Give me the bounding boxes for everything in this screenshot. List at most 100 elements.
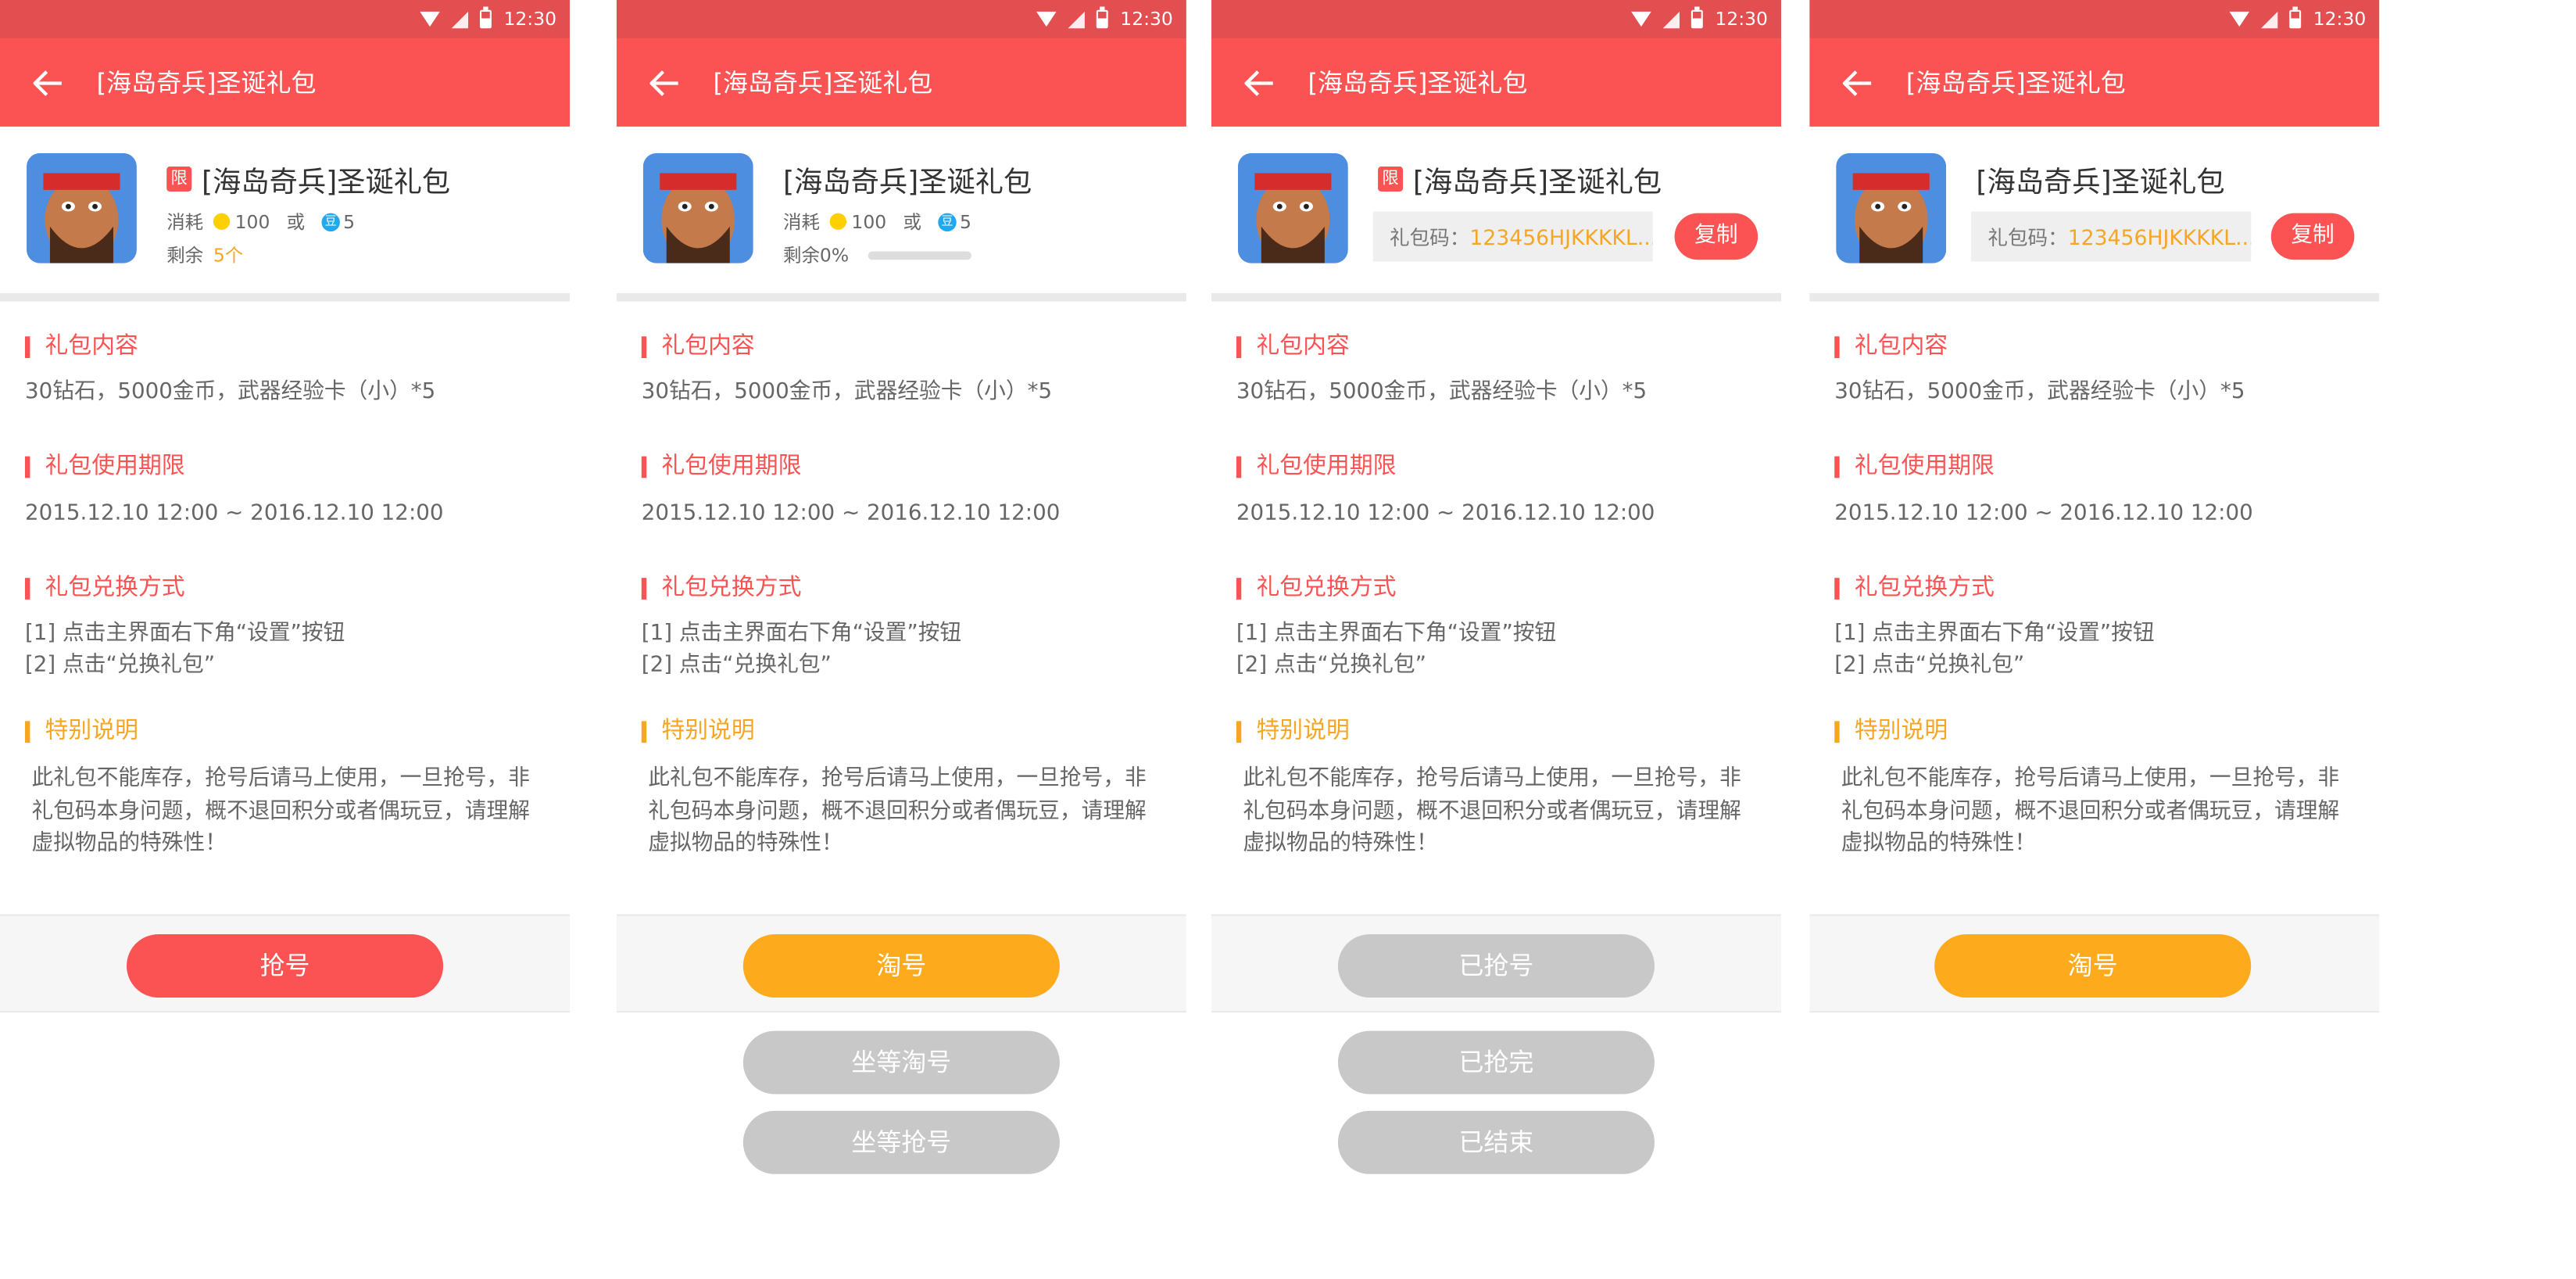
grabbed-button[interactable]: 已抢号 <box>1337 934 1655 998</box>
redeem-step-2: [2] 点击“兑换礼包” <box>1834 653 2025 678</box>
screen-grab: 12:30 [海岛奇兵]圣诞礼包 限 [海岛奇兵]圣诞礼包 消耗 100 或 豆… <box>0 0 571 1279</box>
wait-grab-button[interactable]: 坐等抢号 <box>742 1110 1060 1174</box>
coin-amount: 100 <box>851 210 887 233</box>
bean-amount: 5 <box>343 210 356 233</box>
app-bar-title: [海岛奇兵]圣诞礼包 <box>713 68 933 99</box>
section-title-redeem: 礼包兑换方式 <box>1236 576 1397 600</box>
section-title-period: 礼包使用期限 <box>1834 455 1995 478</box>
section-text-content: 30钻石，5000金币，武器经验卡（小）*5 <box>1236 379 1648 405</box>
app-bar: [海岛奇兵]圣诞礼包 <box>1809 38 2380 127</box>
scavenge-button[interactable]: 淘号 <box>742 934 1060 998</box>
back-arrow-icon[interactable] <box>0 38 97 127</box>
gift-code-box: 礼包码： 123456HJKKKKL... <box>1971 211 2252 262</box>
section-text-content: 30钻石，5000金币，武器经验卡（小）*5 <box>641 379 1053 405</box>
screen-scavenge: 12:30 [海岛奇兵]圣诞礼包 [海岛奇兵]圣诞礼包 消耗 100 或 豆 5… <box>616 0 1186 1279</box>
game-name: [海岛奇兵]圣诞礼包 <box>782 167 1032 200</box>
remain-row: 剩余0% <box>783 242 972 268</box>
back-arrow-icon[interactable] <box>1211 38 1308 127</box>
bean-icon: 豆 <box>321 212 340 231</box>
section-title-special: 特别说明 <box>641 719 755 743</box>
section-title-redeem: 礼包兑换方式 <box>641 576 801 600</box>
status-bar: 12:30 <box>1809 0 2380 38</box>
app-bar-title: [海岛奇兵]圣诞礼包 <box>96 68 317 99</box>
cost-label: 消耗 <box>166 211 204 234</box>
screen-code-scavenge: 12:30 [海岛奇兵]圣诞礼包 [海岛奇兵]圣诞礼包 礼包码： 123456H… <box>1809 0 2380 1279</box>
remain-label: 剩余 <box>166 245 204 267</box>
game-info: 限 [海岛奇兵]圣诞礼包 礼包码： 123456HJKKKKL... 复制 <box>1211 127 1781 293</box>
app-bar-title: [海岛奇兵]圣诞礼包 <box>1905 68 2126 99</box>
divider <box>616 292 1186 302</box>
section-text-period: 2015.12.10 12:00 ~ 2016.12.10 12:00 <box>1834 501 2253 527</box>
divider <box>1211 292 1782 302</box>
special-note-text: 此礼包不能库存，抢号后请马上使用，一旦抢号，非礼包码本身问题，概不退回积分或者偶… <box>648 765 1147 856</box>
limit-badge: 限 <box>1378 167 1404 192</box>
cost-label: 消耗 <box>782 211 820 234</box>
game-title-row: 限 [海岛奇兵]圣诞礼包 <box>1378 158 1662 200</box>
game-info: [海岛奇兵]圣诞礼包 礼包码： 123456HJKKKKL... 复制 <box>1809 127 2379 293</box>
section-text-content: 30钻石，5000金币，武器经验卡（小）*5 <box>1834 379 2245 405</box>
section-title-redeem: 礼包兑换方式 <box>1834 576 1995 600</box>
divider <box>1809 292 2380 302</box>
gift-code-label: 礼包码： <box>1987 225 2068 249</box>
game-name: [海岛奇兵]圣诞礼包 <box>1412 167 1662 200</box>
section-title-redeem: 礼包兑换方式 <box>24 576 185 600</box>
app-bar: [海岛奇兵]圣诞礼包 <box>616 38 1186 127</box>
game-info: 限 [海岛奇兵]圣诞礼包 消耗 100 或 豆 5 剩余 5个 <box>0 127 570 293</box>
sold-out-button[interactable]: 已抢完 <box>1337 1030 1655 1094</box>
bean-amount: 5 <box>959 210 971 233</box>
ended-button[interactable]: 已结束 <box>1337 1110 1655 1174</box>
section-title-special: 特别说明 <box>1834 719 1948 743</box>
gift-code-box: 礼包码： 123456HJKKKKL... <box>1372 211 1653 262</box>
game-avatar-icon <box>27 152 137 263</box>
redeem-step-2: [2] 点击“兑换礼包” <box>1236 653 1426 678</box>
game-title-row: [海岛奇兵]圣诞礼包 <box>782 158 1032 200</box>
status-bar: 12:30 <box>616 0 1186 38</box>
signal-icon <box>452 10 469 28</box>
section-text-period: 2015.12.10 12:00 ~ 2016.12.10 12:00 <box>1236 501 1655 527</box>
gift-code-value: 123456HJKKKKL... <box>2067 224 2252 249</box>
battery-icon <box>1691 6 1704 29</box>
action-bar: 淘号 <box>616 914 1186 1013</box>
copy-button[interactable]: 复制 <box>2270 213 2355 260</box>
redeem-step-1: [1] 点击主界面右下角“设置”按钮 <box>1834 621 2155 647</box>
section-title-content: 礼包内容 <box>1834 335 1948 358</box>
special-note-text: 此礼包不能库存，抢号后请马上使用，一旦抢号，非礼包码本身问题，概不退回积分或者偶… <box>1243 765 1741 856</box>
game-avatar-icon <box>642 152 753 263</box>
section-title-period: 礼包使用期限 <box>641 455 801 478</box>
special-note-text: 此礼包不能库存，抢号后请马上使用，一旦抢号，非礼包码本身问题，概不退回积分或者偶… <box>31 765 530 856</box>
coin-amount: 100 <box>234 210 270 233</box>
game-name: [海岛奇兵]圣诞礼包 <box>201 167 451 200</box>
remain-percent-label: 剩余0% <box>782 245 850 267</box>
game-avatar-icon <box>1836 152 1947 263</box>
remain-count: 5个 <box>213 245 244 267</box>
action-bar: 已抢号 <box>1211 914 1782 1013</box>
scavenge-button[interactable]: 淘号 <box>1934 934 2252 998</box>
grab-button[interactable]: 抢号 <box>127 934 444 998</box>
redeem-step-1: [1] 点击主界面右下角“设置”按钮 <box>641 621 962 647</box>
limit-badge: 限 <box>166 167 192 192</box>
back-arrow-icon[interactable] <box>1809 38 1906 127</box>
game-title-row: 限 [海岛奇兵]圣诞礼包 <box>166 158 451 200</box>
or-label: 或 <box>286 211 306 234</box>
section-title-period: 礼包使用期限 <box>1236 455 1397 478</box>
wait-scavenge-button[interactable]: 坐等淘号 <box>742 1030 1060 1094</box>
back-arrow-icon[interactable] <box>617 38 714 127</box>
wifi-icon <box>2230 11 2250 27</box>
app-bar-title: [海岛奇兵]圣诞礼包 <box>1308 68 1528 99</box>
wifi-icon <box>1631 11 1652 27</box>
bean-icon: 豆 <box>938 212 957 231</box>
or-label: 或 <box>903 211 921 234</box>
section-title-content: 礼包内容 <box>641 335 755 358</box>
battery-icon <box>1097 6 1109 29</box>
special-note-text: 此礼包不能库存，抢号后请马上使用，一旦抢号，非礼包码本身问题，概不退回积分或者偶… <box>1841 765 2340 856</box>
section-title-content: 礼包内容 <box>1236 335 1350 358</box>
signal-icon <box>2261 10 2278 28</box>
action-bar: 淘号 <box>1809 914 2380 1013</box>
section-text-period: 2015.12.10 12:00 ~ 2016.12.10 12:00 <box>641 501 1061 527</box>
copy-button[interactable]: 复制 <box>1674 213 1758 260</box>
app-bar: [海岛奇兵]圣诞礼包 <box>0 38 571 127</box>
section-title-period: 礼包使用期限 <box>24 455 185 478</box>
redeem-step-2: [2] 点击“兑换礼包” <box>24 653 216 678</box>
section-title-special: 特别说明 <box>24 719 138 743</box>
status-time: 12:30 <box>1715 8 1768 30</box>
